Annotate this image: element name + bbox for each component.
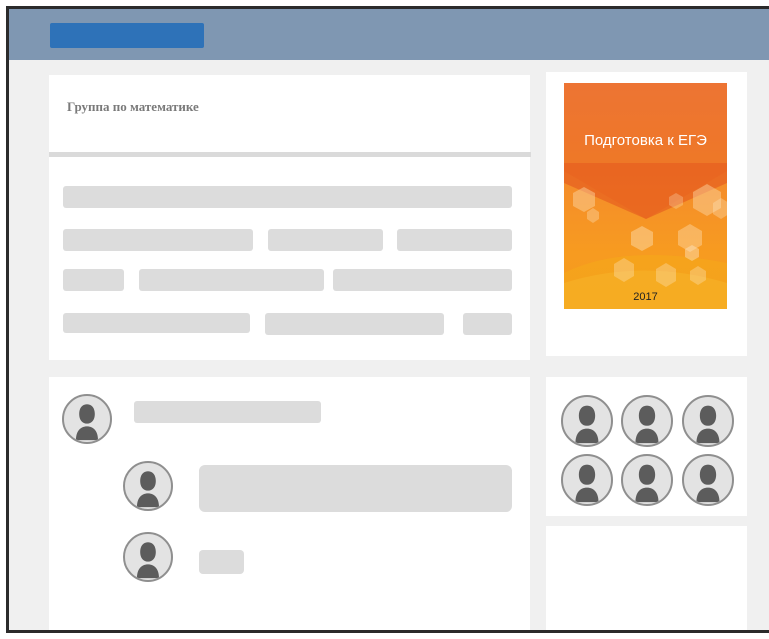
user-avatar-icon [575,405,599,444]
author-name-placeholder [134,401,321,423]
comment-text-placeholder [199,550,244,574]
info-line-placeholder [63,229,253,251]
info-line-placeholder [63,313,250,333]
avatar[interactable] [62,394,112,444]
member-avatar[interactable] [561,395,613,447]
info-line-placeholder [268,229,383,251]
info-line-placeholder [463,313,512,335]
info-line-placeholder [63,186,512,208]
info-line-placeholder [63,269,124,291]
poster-title: Подготовка к ЕГЭ [584,132,707,149]
group-title: Группа по математике [67,99,199,114]
info-line-placeholder [397,229,512,251]
members-card [546,377,747,516]
poster-year: 2017 [633,291,658,303]
info-line-placeholder [139,269,324,291]
user-avatar-icon [136,542,160,579]
poster-background [564,83,727,309]
app-window: Группа по математике Подготовка к ЕГЭ 20… [6,6,769,633]
member-avatar[interactable] [561,454,613,506]
user-avatar-icon [635,405,659,444]
member-avatar[interactable] [682,395,734,447]
member-avatar[interactable] [682,454,734,506]
comment-text-placeholder [199,465,512,512]
user-avatar-icon [75,404,99,441]
info-line-placeholder [333,269,512,291]
member-avatar[interactable] [621,454,673,506]
group-info-card: Группа по математике [49,75,531,360]
group-cover-card: Подготовка к ЕГЭ 2017 [546,72,747,356]
group-cover-image[interactable]: Подготовка к ЕГЭ 2017 [564,83,727,309]
wall-card [49,377,530,630]
divider [49,152,531,157]
avatar[interactable] [123,532,173,582]
side-empty-card [546,526,747,630]
user-avatar-icon [696,405,720,444]
user-avatar-icon [696,464,720,503]
user-avatar-icon [136,471,160,508]
member-avatar[interactable] [621,395,673,447]
user-avatar-icon [575,464,599,503]
user-avatar-icon [635,464,659,503]
info-line-placeholder [265,313,444,335]
avatar[interactable] [123,461,173,511]
top-navbar [9,9,769,60]
header-logo-button[interactable] [50,23,204,48]
